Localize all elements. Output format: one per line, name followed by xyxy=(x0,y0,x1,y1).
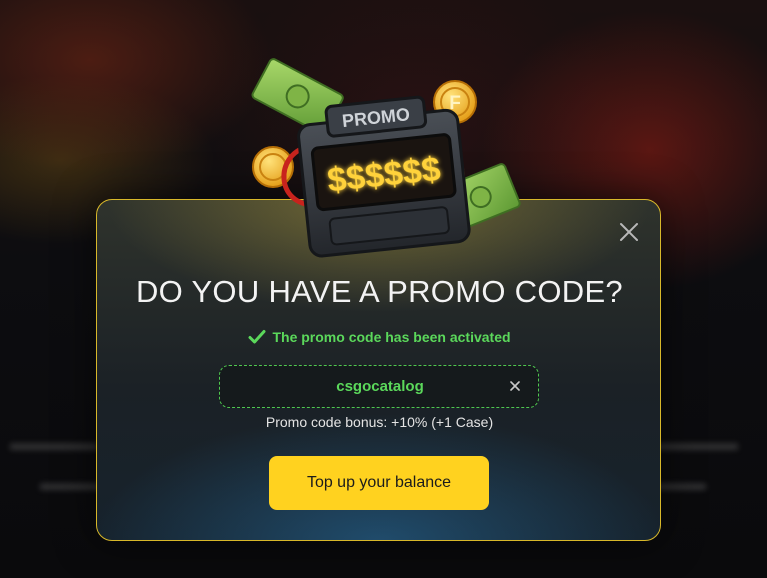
top-up-balance-button[interactable]: Top up your balance xyxy=(269,456,489,510)
promo-code-field[interactable]: csgocatalog xyxy=(219,365,539,408)
promo-code-value[interactable]: csgocatalog xyxy=(220,378,540,395)
modal-title: DO YOU HAVE A PROMO CODE? xyxy=(136,274,623,309)
check-icon xyxy=(248,330,266,344)
clear-icon[interactable] xyxy=(509,380,521,392)
success-message: The promo code has been activated xyxy=(97,329,662,345)
close-icon[interactable] xyxy=(617,220,641,244)
success-message-text: The promo code has been activated xyxy=(272,329,511,345)
promo-bonus-text: Promo code bonus: +10% (+1 Case) xyxy=(265,414,494,430)
blurred-background-text: ▬▬▬▬ xyxy=(650,430,738,455)
close-button[interactable] xyxy=(617,220,641,244)
promo-sign-illustration: F PROMO $$$$$$ xyxy=(251,58,521,258)
